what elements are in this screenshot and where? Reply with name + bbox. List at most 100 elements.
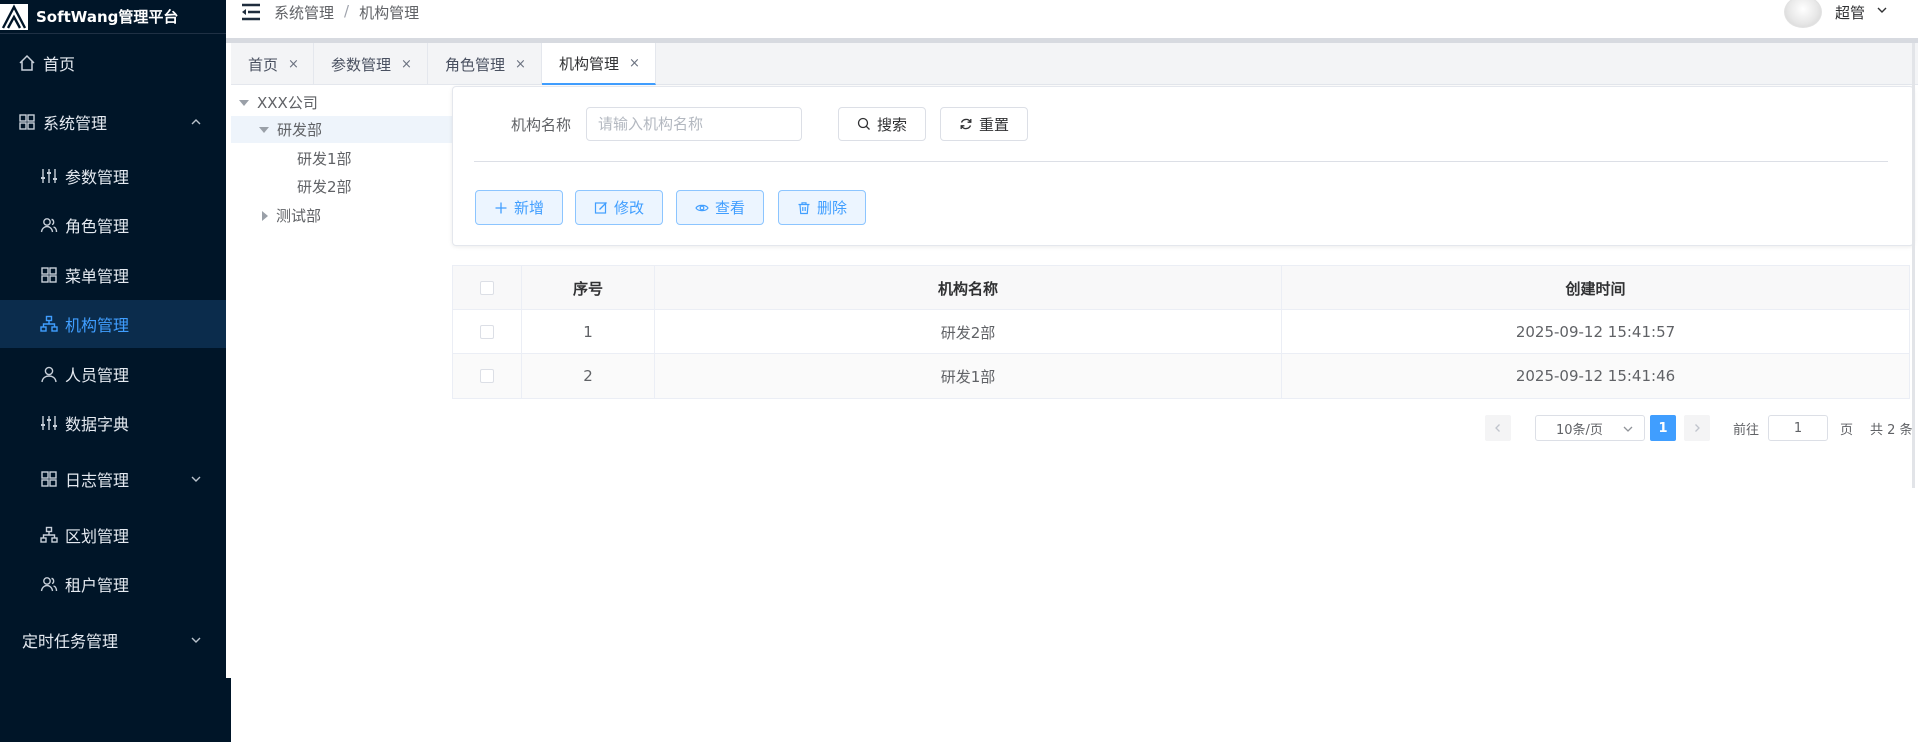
tab-label: 参数管理 [331, 55, 392, 74]
sidebar-item-home[interactable]: 首页 [0, 39, 226, 87]
table-row[interactable]: 1 研发2部 2025-09-12 15:41:57 [453, 310, 1909, 354]
column-header: 机构名称 [655, 266, 1282, 310]
sidebar-item-regions[interactable]: 区划管理 [0, 511, 226, 559]
home-icon [19, 54, 35, 71]
add-button-label: 新增 [513, 199, 544, 217]
reset-button[interactable]: 重置 [940, 107, 1028, 141]
sidebar-item-system[interactable]: 系统管理 [0, 98, 226, 146]
chevron-left-icon [1495, 424, 1500, 432]
page-size-value: 10条/页 [1556, 422, 1603, 438]
tree-node-test[interactable]: 测试部 [231, 202, 453, 229]
breadcrumb-item: 机构管理 [359, 4, 420, 22]
close-icon[interactable]: × [288, 57, 299, 72]
tags-view-bar: 首页 × 参数管理 × 角色管理 × 机构管理 × [231, 43, 1918, 85]
sidebar-item-tenants[interactable]: 租户管理 [0, 560, 226, 608]
sidebar-item-dictionary[interactable]: 数据字典 [0, 399, 226, 447]
add-button[interactable]: 新增 [475, 190, 563, 225]
close-icon[interactable]: × [629, 56, 640, 71]
row-index: 2 [522, 354, 655, 398]
tab-roles[interactable]: 角色管理 × [428, 43, 542, 85]
page-size-select[interactable]: 10条/页 [1535, 415, 1645, 441]
view-button-label: 查看 [714, 199, 745, 217]
page-number-current[interactable]: 1 [1650, 415, 1676, 441]
trash-icon [798, 201, 810, 214]
tree-node-rd1[interactable]: 研发1部 [231, 145, 453, 172]
sidebar-item-org[interactable]: 机构管理 [0, 300, 226, 348]
sidebar-item-menus[interactable]: 菜单管理 [0, 251, 226, 299]
tab-home[interactable]: 首页 × [231, 43, 314, 85]
goto-page-input[interactable] [1768, 415, 1828, 441]
tab-label: 首页 [248, 55, 279, 74]
sidebar-item-logs[interactable]: 日志管理 [0, 455, 226, 503]
org-name-input[interactable] [586, 107, 802, 141]
chevron-down-icon [191, 637, 201, 643]
chevron-down-icon[interactable] [1876, 4, 1888, 16]
close-icon[interactable]: × [515, 57, 526, 72]
sidebar: SoftWang管理平台 首页 系统管理 参数管理 角色管理 菜单管理 机构管理… [0, 0, 226, 742]
delete-button[interactable]: 删除 [778, 190, 866, 225]
view-button[interactable]: 查看 [676, 190, 764, 225]
sidebar-item-label: 定时任务管理 [22, 632, 119, 651]
next-page-button[interactable] [1684, 415, 1710, 441]
column-header: 创建时间 [1565, 279, 1626, 298]
sidebar-item-label: 角色管理 [65, 217, 130, 236]
plus-icon [495, 202, 507, 213]
reset-button-label: 重置 [978, 115, 1009, 134]
org-table: 序号 机构名称 创建时间 1 研发2部 2025-09-12 15:41:57 … [452, 265, 1910, 399]
content-scrollbar[interactable] [1912, 43, 1915, 488]
top-header: 系统管理 / 机构管理 超管 [226, 0, 1918, 40]
expand-arrow-icon[interactable] [239, 99, 249, 106]
sidebar-item-label: 数据字典 [65, 415, 130, 434]
row-org-name: 研发2部 [655, 310, 1282, 354]
expand-arrow-icon[interactable] [259, 126, 269, 133]
tree-node-rd2[interactable]: 研发2部 [231, 173, 453, 200]
sidebar-item-params[interactable]: 参数管理 [0, 152, 226, 200]
close-icon[interactable]: × [401, 57, 412, 72]
sidebar-item-people[interactable]: 人员管理 [0, 350, 226, 398]
sidebar-item-label: 参数管理 [65, 168, 130, 187]
avatar[interactable] [1784, 0, 1822, 28]
sidebar-item-label: 首页 [43, 55, 76, 74]
sidebar-edge [226, 678, 231, 742]
chevron-down-icon [1623, 426, 1633, 432]
sidebar-item-label: 菜单管理 [65, 267, 130, 286]
users-icon [40, 577, 58, 592]
user-name[interactable]: 超管 [1835, 2, 1865, 23]
org-icon [40, 315, 58, 332]
sidebar-item-label: 系统管理 [43, 114, 108, 133]
tree-node-company[interactable]: XXX公司 [231, 89, 453, 116]
tree-node-rd[interactable]: 研发部 [231, 116, 453, 143]
edit-button[interactable]: 修改 [575, 190, 663, 225]
tab-label: 角色管理 [445, 55, 506, 74]
sidebar-item-label: 人员管理 [65, 366, 130, 385]
row-checkbox[interactable] [480, 325, 494, 339]
table-row[interactable]: 2 研发1部 2025-09-12 15:41:46 [453, 354, 1909, 398]
search-icon [857, 117, 870, 130]
row-index: 1 [522, 310, 655, 354]
tab-org[interactable]: 机构管理 × [542, 43, 656, 85]
chevron-right-icon [1695, 424, 1700, 432]
search-button[interactable]: 搜索 [838, 107, 926, 141]
sidebar-item-roles[interactable]: 角色管理 [0, 201, 226, 249]
expand-arrow-icon[interactable] [262, 210, 268, 221]
prev-page-button[interactable] [1485, 415, 1511, 441]
tab-params[interactable]: 参数管理 × [314, 43, 428, 85]
breadcrumb-separator: / [344, 2, 350, 20]
tab-label: 机构管理 [559, 54, 620, 73]
select-all-checkbox[interactable] [480, 281, 494, 295]
user-icon [41, 366, 57, 383]
grid-icon [19, 114, 35, 130]
row-created-time: 2025-09-12 15:41:57 [1515, 323, 1676, 341]
header-checkbox-cell [453, 266, 522, 310]
breadcrumb: 系统管理 / 机构管理 [274, 2, 419, 23]
search-panel: 机构名称 搜索 重置 新增 修改 查看 删除 [452, 86, 1914, 246]
edit-icon [594, 201, 607, 214]
grid-icon [41, 471, 57, 487]
breadcrumb-item[interactable]: 系统管理 [274, 2, 334, 23]
row-checkbox[interactable] [480, 369, 494, 383]
edit-button-label: 修改 [613, 199, 644, 217]
refresh-icon [960, 118, 972, 130]
sidebar-item-scheduler[interactable]: 定时任务管理 [0, 616, 226, 664]
hamburger-icon[interactable] [240, 2, 262, 22]
search-button-label: 搜索 [876, 115, 907, 134]
